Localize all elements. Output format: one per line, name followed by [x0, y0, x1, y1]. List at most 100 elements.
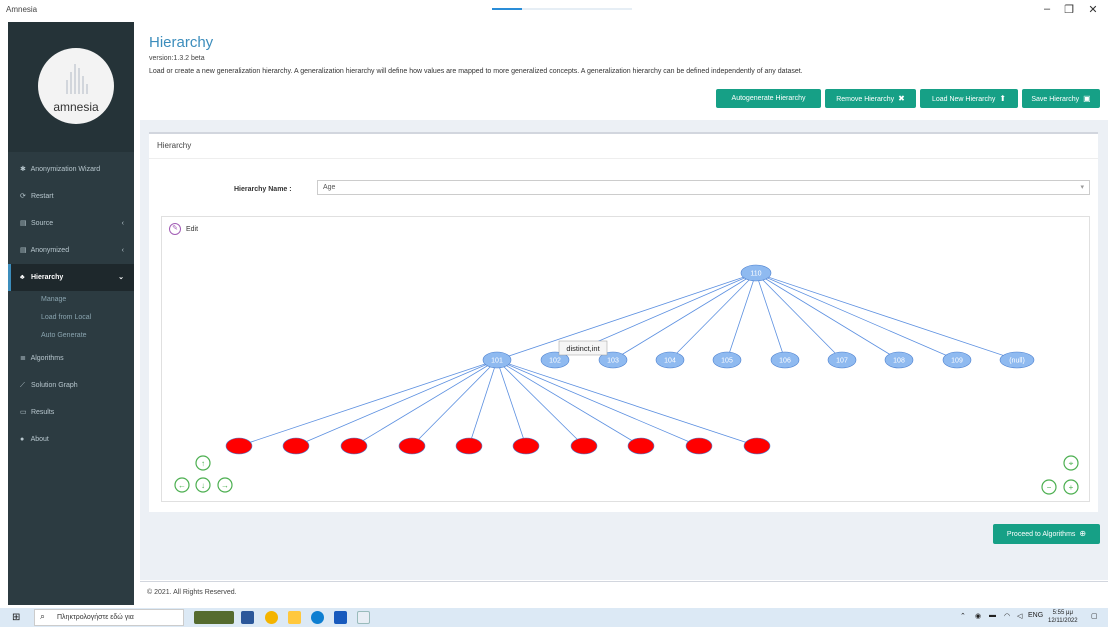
- load-new-hierarchy-button[interactable]: Load New Hierarchy ⬆: [920, 89, 1018, 108]
- refresh-icon: ⟳: [20, 193, 26, 200]
- tree-edge: [496, 359, 527, 447]
- hierarchy-tree-graph[interactable]: 110 101 102 103 104 105 106 107 108 109 (null) dist…: [162, 217, 1091, 503]
- minimize-icon[interactable]: –: [1037, 3, 1057, 15]
- submenu-item-manage[interactable]: Manage: [8, 291, 134, 309]
- logo-area: amnesia: [8, 22, 134, 152]
- windows-start-icon[interactable]: ⊞: [12, 612, 20, 623]
- sidebar-item-solution-graph[interactable]: ⟋ Solution Graph: [8, 372, 134, 399]
- tree-leaf-node[interactable]: [685, 437, 713, 455]
- bars-icon: ≣: [20, 355, 26, 362]
- tree-leaf-node[interactable]: [455, 437, 483, 455]
- logo-text: amnesia: [53, 100, 99, 114]
- tooltip-text: distinct,int: [566, 344, 600, 353]
- sidebar-item-algorithms[interactable]: ≣ Algorithms: [8, 345, 134, 372]
- tree-leaf-node[interactable]: [743, 437, 771, 455]
- wifi-icon[interactable]: ◠: [1004, 612, 1010, 620]
- proceed-to-algorithms-button[interactable]: Proceed to Algorithms ⊕: [993, 524, 1100, 544]
- sidebar-item-anonymization-wizard[interactable]: ✱ Anonymization Wizard: [8, 156, 134, 183]
- tree-node-shape: [685, 437, 713, 455]
- sidebar-item-label: Hierarchy: [30, 274, 64, 281]
- hierarchy-tree-view[interactable]: ✎ Edit 110 101 102 103 104 105 106 107 108 109 (nu…: [161, 216, 1090, 502]
- word-icon[interactable]: [334, 611, 347, 624]
- submenu-item-load-from-local[interactable]: Load from Local: [8, 309, 134, 327]
- tree-leaf-node[interactable]: [225, 437, 253, 455]
- sidebar-item-about[interactable]: ● About: [8, 426, 134, 453]
- tree-level1-node[interactable]: 105: [712, 351, 742, 369]
- tree-edge: [238, 359, 498, 447]
- page-title: Hierarchy: [149, 34, 214, 51]
- network-icon[interactable]: ◉: [975, 612, 981, 620]
- taskbar-search-input[interactable]: ⌕ Πληκτρολογήστε εδώ για: [34, 609, 184, 626]
- pan-left-icon[interactable]: ←: [174, 477, 190, 493]
- edge-icon[interactable]: [311, 611, 324, 624]
- maximize-icon[interactable]: ❐: [1059, 3, 1079, 16]
- hierarchy-name-label: Hierarchy Name :: [234, 186, 292, 193]
- control-glyph: +: [1069, 483, 1074, 492]
- remove-hierarchy-button[interactable]: Remove Hierarchy ✖: [825, 89, 916, 108]
- tree-level1-node[interactable]: 107: [827, 351, 857, 369]
- tree-level1-node[interactable]: 109: [942, 351, 972, 369]
- tree-edge: [755, 272, 843, 361]
- magic-icon: ✱: [20, 166, 26, 173]
- submenu-item-auto-generate[interactable]: Auto Generate: [8, 327, 134, 345]
- tree-level1-node[interactable]: 108: [884, 351, 914, 369]
- tree-level1-node[interactable]: 104: [655, 351, 685, 369]
- save-hierarchy-button[interactable]: Save Hierarchy ▣: [1022, 89, 1100, 108]
- table-icon: ▤: [20, 220, 27, 227]
- upload-icon: ⬆: [999, 94, 1007, 103]
- tree-leaf-node[interactable]: [340, 437, 368, 455]
- clock[interactable]: 5:55 μμ 12/11/2022: [1048, 609, 1078, 625]
- control-glyph: ↓: [201, 481, 205, 490]
- tree-node-label: 103: [607, 358, 619, 365]
- tree-level1-node[interactable]: 101: [482, 351, 512, 369]
- search-app-icon[interactable]: [357, 611, 370, 624]
- button-label: Proceed to Algorithms: [1006, 531, 1076, 538]
- tree-root-node[interactable]: 110: [740, 264, 772, 282]
- logo[interactable]: amnesia: [38, 48, 114, 124]
- autogenerate-hierarchy-button[interactable]: Autogenerate Hierarchy: [716, 89, 821, 108]
- eagle-image-icon[interactable]: [194, 611, 234, 624]
- sidebar-item-results[interactable]: ▭ Results: [8, 399, 134, 426]
- pan-right-icon[interactable]: →: [217, 477, 233, 493]
- tree-leaf-node[interactable]: [512, 437, 540, 455]
- close-icon[interactable]: ✕: [1083, 3, 1103, 16]
- hierarchy-submenu: Manage Load from Local Auto Generate: [8, 291, 134, 345]
- zoom-in-icon[interactable]: +: [1063, 479, 1079, 495]
- sidebar-item-source[interactable]: ▤ Source ‹: [8, 210, 134, 237]
- chevron-down-icon: ▾: [1080, 184, 1084, 191]
- pan-down-icon[interactable]: ↓: [195, 477, 211, 493]
- search-placeholder: Πληκτρολογήστε εδώ για: [57, 614, 134, 621]
- logo-bars-icon: [64, 58, 94, 94]
- table-icon: ▤: [20, 247, 27, 254]
- pan-up-icon[interactable]: ↑: [195, 455, 211, 471]
- tree-level1-node[interactable]: 106: [770, 351, 800, 369]
- tree-leaf-node[interactable]: [627, 437, 655, 455]
- hierarchy-name-select[interactable]: Age ▾: [317, 180, 1090, 195]
- tree-leaf-node[interactable]: [570, 437, 598, 455]
- zoom-out-icon[interactable]: −: [1041, 479, 1057, 495]
- sidebar: amnesia ✱ Anonymization Wizard ⟳ Restart…: [8, 22, 134, 605]
- tree-node-shape: [282, 437, 310, 455]
- sidebar-item-label: Results: [30, 409, 55, 416]
- zoom-fit-icon[interactable]: ⌖: [1063, 455, 1079, 471]
- line-chart-icon: ⟋: [20, 382, 25, 389]
- tree-leaf-node[interactable]: [398, 437, 426, 455]
- tree-edge: [755, 272, 958, 361]
- sidebar-nav: ✱ Anonymization Wizard ⟳ Restart ▤ Sourc…: [8, 156, 134, 453]
- tree-leaf-node[interactable]: [282, 437, 310, 455]
- battery-icon[interactable]: ▬: [989, 612, 996, 619]
- task-view-icon[interactable]: [241, 611, 254, 624]
- notification-icon[interactable]: ▢: [1091, 612, 1098, 620]
- tree-node-label: 107: [836, 358, 848, 365]
- language-indicator[interactable]: ENG: [1028, 612, 1043, 619]
- sidebar-item-hierarchy[interactable]: ♣ Hierarchy ⌄: [8, 264, 134, 291]
- sidebar-item-restart[interactable]: ⟳ Restart: [8, 183, 134, 210]
- volume-icon[interactable]: ◁: [1017, 612, 1022, 620]
- tree-level1-node[interactable]: (null): [999, 351, 1035, 369]
- sidebar-item-anonymized[interactable]: ▤ Anonymized ‹: [8, 237, 134, 264]
- clock-time: 5:55 μμ: [1052, 610, 1073, 616]
- tray-chevron-up-icon[interactable]: ⌃: [960, 612, 966, 620]
- node-tooltip: distinct,int: [558, 340, 608, 356]
- file-explorer-icon[interactable]: [288, 611, 301, 624]
- chrome-icon[interactable]: [265, 611, 278, 624]
